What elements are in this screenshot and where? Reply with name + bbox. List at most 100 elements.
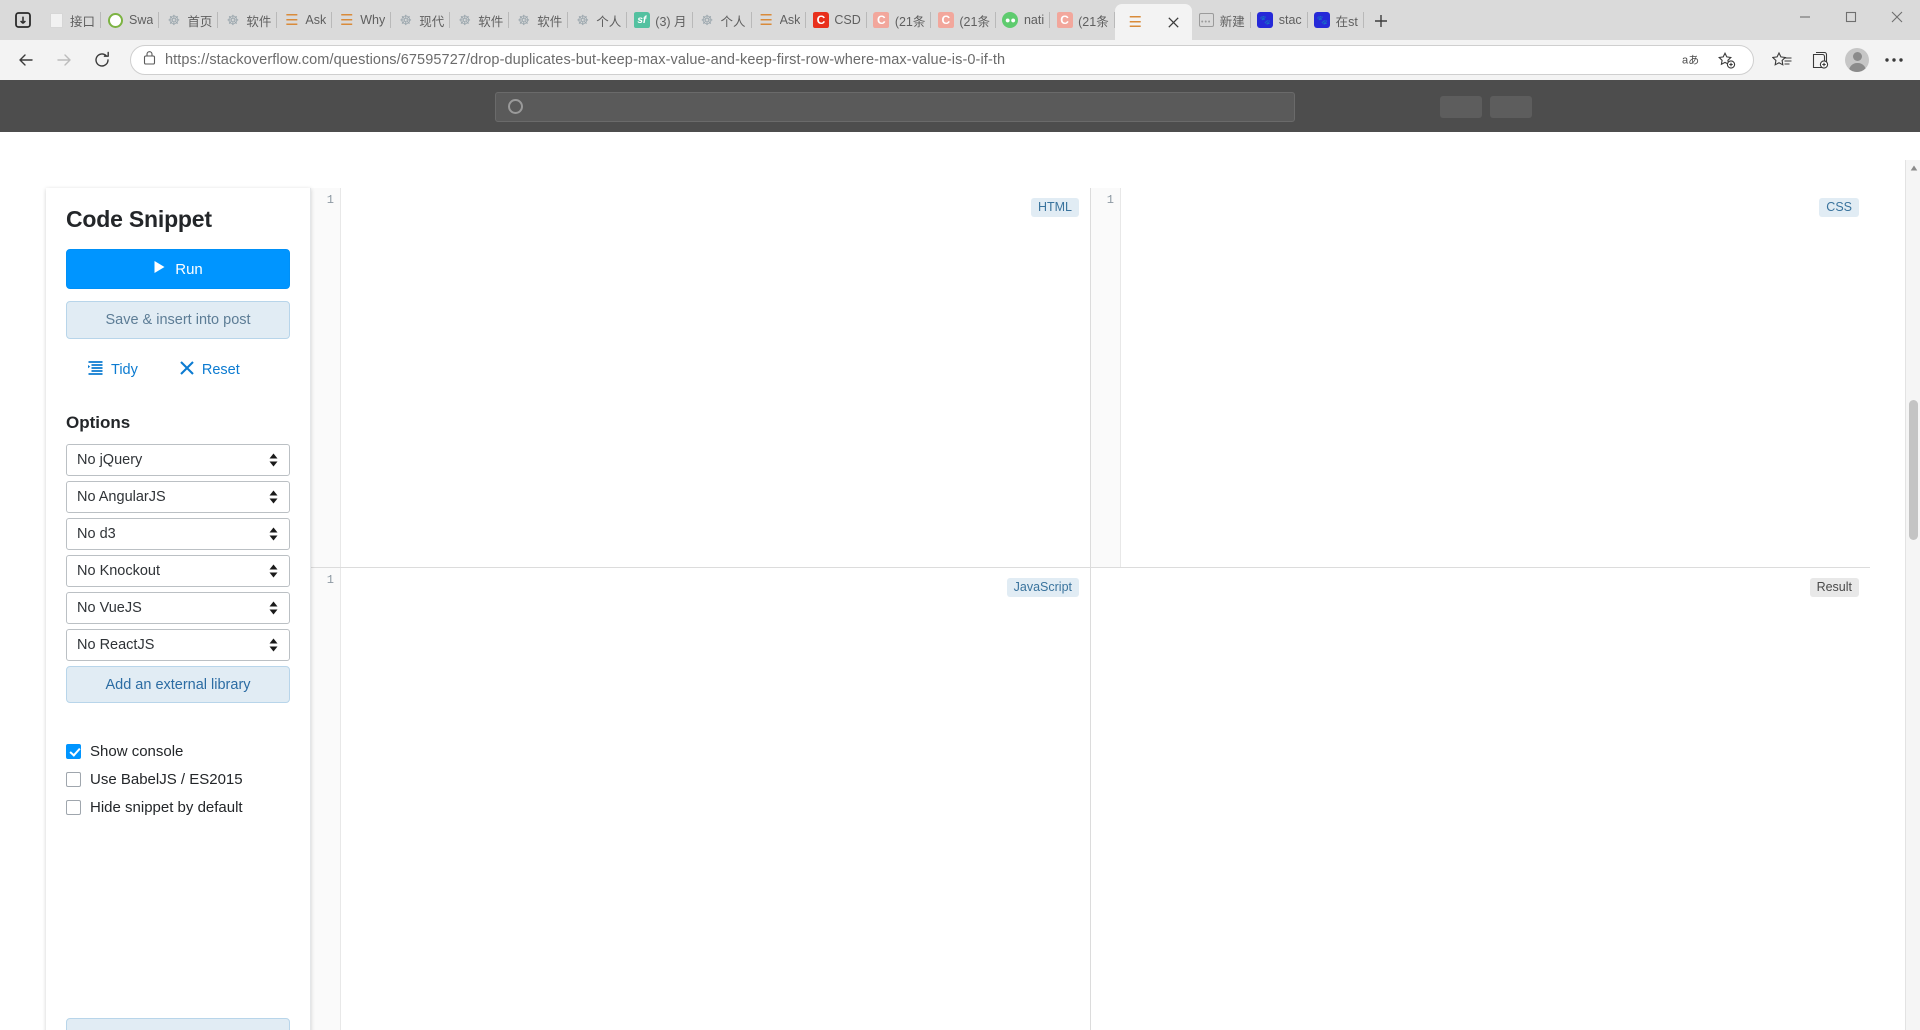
javascript-editor-pane[interactable]: 1 JavaScript xyxy=(311,568,1090,1030)
tab-title: (21条 xyxy=(894,14,926,29)
green-circle-icon xyxy=(107,12,124,29)
browser-tab[interactable]: ☸ 个人 xyxy=(693,3,752,37)
profile-avatar-icon[interactable] xyxy=(1840,44,1874,76)
new-tab-button[interactable] xyxy=(1364,6,1398,36)
html-badge: HTML xyxy=(1030,198,1079,217)
stackoverflow-icon: ☰ xyxy=(339,11,354,29)
select-d3[interactable]: No d3 xyxy=(66,518,290,550)
header-button[interactable] xyxy=(1440,96,1482,118)
header-button[interactable] xyxy=(1490,96,1532,118)
site-search-box[interactable] xyxy=(495,92,1295,122)
browser-tab[interactable]: ☸ 现代 xyxy=(391,3,451,37)
maximize-icon[interactable] xyxy=(1828,0,1874,34)
browser-tab[interactable]: 接口 xyxy=(42,3,102,37)
html-editor-pane[interactable]: 1 HTML xyxy=(311,188,1090,567)
close-icon xyxy=(180,361,194,379)
javascript-code-area[interactable] xyxy=(341,568,1090,1030)
browser-tab[interactable]: C (21条 xyxy=(1050,3,1115,37)
csdn-muted-icon: C xyxy=(937,12,954,29)
select-reactjs[interactable]: No ReactJS xyxy=(66,629,290,661)
browser-tab[interactable]: ☸ 个人 xyxy=(568,3,628,37)
browser-tab[interactable]: ●● nati xyxy=(996,3,1051,37)
minimize-icon[interactable] xyxy=(1782,0,1828,34)
chevron-updown-icon xyxy=(269,601,278,615)
select-angularjs[interactable]: No AngularJS xyxy=(66,481,290,513)
checkbox-hide-snippet[interactable]: Hide snippet by default xyxy=(66,799,290,816)
active-browser-tab[interactable]: ☰ xyxy=(1114,4,1192,40)
forward-arrow-icon xyxy=(46,44,82,76)
add-favorite-icon[interactable] xyxy=(1711,46,1741,74)
back-arrow-icon[interactable] xyxy=(8,44,44,76)
checkbox-show-console[interactable]: Show console xyxy=(66,743,290,760)
save-insert-button[interactable]: Save & insert into post xyxy=(66,301,290,339)
scroll-up-icon[interactable] xyxy=(1906,160,1920,176)
checkbox-use-babel[interactable]: Use BabelJS / ES2015 xyxy=(66,771,290,788)
search-icon xyxy=(508,99,523,114)
tab-title: 软件 xyxy=(537,14,563,29)
select-knockout[interactable]: No Knockout xyxy=(66,555,290,587)
tab-list: 接口 Swa ☸ 首页 ☸ 软件 ☰ Ask ☰ Why ☸ 现代 ☸ 软件 ☸… xyxy=(42,0,1782,40)
browser-tab[interactable]: ••• 新建 xyxy=(1192,3,1251,37)
run-label: Run xyxy=(175,260,203,278)
browser-tab[interactable]: ☸ 软件 xyxy=(450,3,510,37)
close-icon[interactable] xyxy=(1164,12,1184,32)
tab-actions-icon[interactable] xyxy=(4,3,42,37)
browser-tab[interactable]: ☰ Ask xyxy=(277,3,333,37)
browser-tab[interactable]: sf (3) 月 xyxy=(627,3,693,37)
page-scrollbar[interactable] xyxy=(1905,160,1920,1030)
snippet-sidebar: Code Snippet Run Save & insert into post xyxy=(46,188,311,1030)
chevron-updown-icon xyxy=(269,527,278,541)
html-code-area[interactable] xyxy=(341,188,1090,567)
csdn-icon: C xyxy=(812,12,829,29)
stackoverflow-icon: ☰ xyxy=(285,11,299,29)
tab-strip: 接口 Swa ☸ 首页 ☸ 软件 ☰ Ask ☰ Why ☸ 现代 ☸ 软件 ☸… xyxy=(0,0,1920,40)
lock-icon xyxy=(143,50,156,70)
browser-tab[interactable]: Swa xyxy=(101,3,160,37)
result-output-area xyxy=(1091,568,1870,1030)
favorites-list-icon[interactable] xyxy=(1764,44,1800,76)
browser-tab[interactable]: ☰ Why xyxy=(332,3,392,37)
run-button[interactable]: Run xyxy=(66,249,290,289)
browser-tab[interactable]: ☸ 软件 xyxy=(509,3,569,37)
browser-tab[interactable]: C (21条 xyxy=(931,3,996,37)
checkbox-icon[interactable] xyxy=(66,800,81,815)
window-controls xyxy=(1782,0,1920,34)
page-content: python pandas: remove duplicates by colu… xyxy=(0,80,1920,1030)
browser-tab[interactable]: ☸ 软件 xyxy=(218,3,278,37)
close-icon[interactable] xyxy=(1874,0,1920,34)
collections-icon[interactable] xyxy=(1802,44,1838,76)
add-external-library-button[interactable]: Add an external library xyxy=(66,666,290,703)
browser-tab[interactable]: C CSD xyxy=(806,3,868,37)
more-options-icon[interactable] xyxy=(1876,44,1912,76)
reset-button[interactable]: Reset xyxy=(180,361,240,379)
css-editor-pane[interactable]: 1 CSS xyxy=(1090,188,1870,567)
select-value: No Knockout xyxy=(77,563,161,579)
tab-title: Why xyxy=(360,13,386,27)
browser-tab[interactable]: C (21条 xyxy=(867,3,932,37)
read-aloud-icon[interactable]: aあ xyxy=(1679,46,1709,74)
result-pane: Result xyxy=(1090,568,1870,1030)
editor-row-bottom: 1 JavaScript Result xyxy=(311,568,1870,1030)
tab-title: Swa xyxy=(129,13,154,27)
reset-label: Reset xyxy=(201,362,240,378)
cancel-button[interactable]: Cancel xyxy=(66,1018,290,1030)
tab-title: 在st xyxy=(1335,14,1358,29)
tab-title: Ask xyxy=(305,13,327,27)
scrollbar-thumb[interactable] xyxy=(1909,400,1918,540)
select-value: No d3 xyxy=(77,526,116,542)
checkbox-icon[interactable] xyxy=(66,772,81,787)
browser-tab[interactable]: ☰ Ask xyxy=(752,3,807,37)
tidy-button[interactable]: Tidy xyxy=(88,361,138,379)
reload-icon[interactable] xyxy=(84,44,120,76)
select-vuejs[interactable]: No VueJS xyxy=(66,592,290,624)
browser-tab[interactable]: 🐾 stac xyxy=(1251,3,1308,37)
person-icon: ☸ xyxy=(226,12,240,28)
browser-tab[interactable]: 🐾 在st xyxy=(1308,3,1365,37)
select-jquery[interactable]: No jQuery xyxy=(66,444,290,476)
checkbox-icon[interactable] xyxy=(66,744,81,759)
stackoverflow-icon: ☰ xyxy=(1128,13,1142,31)
tab-title: 软件 xyxy=(478,14,504,29)
address-bar[interactable]: https://stackoverflow.com/questions/6759… xyxy=(130,45,1754,75)
css-code-area[interactable] xyxy=(1121,188,1870,567)
browser-tab[interactable]: ☸ 首页 xyxy=(159,3,219,37)
